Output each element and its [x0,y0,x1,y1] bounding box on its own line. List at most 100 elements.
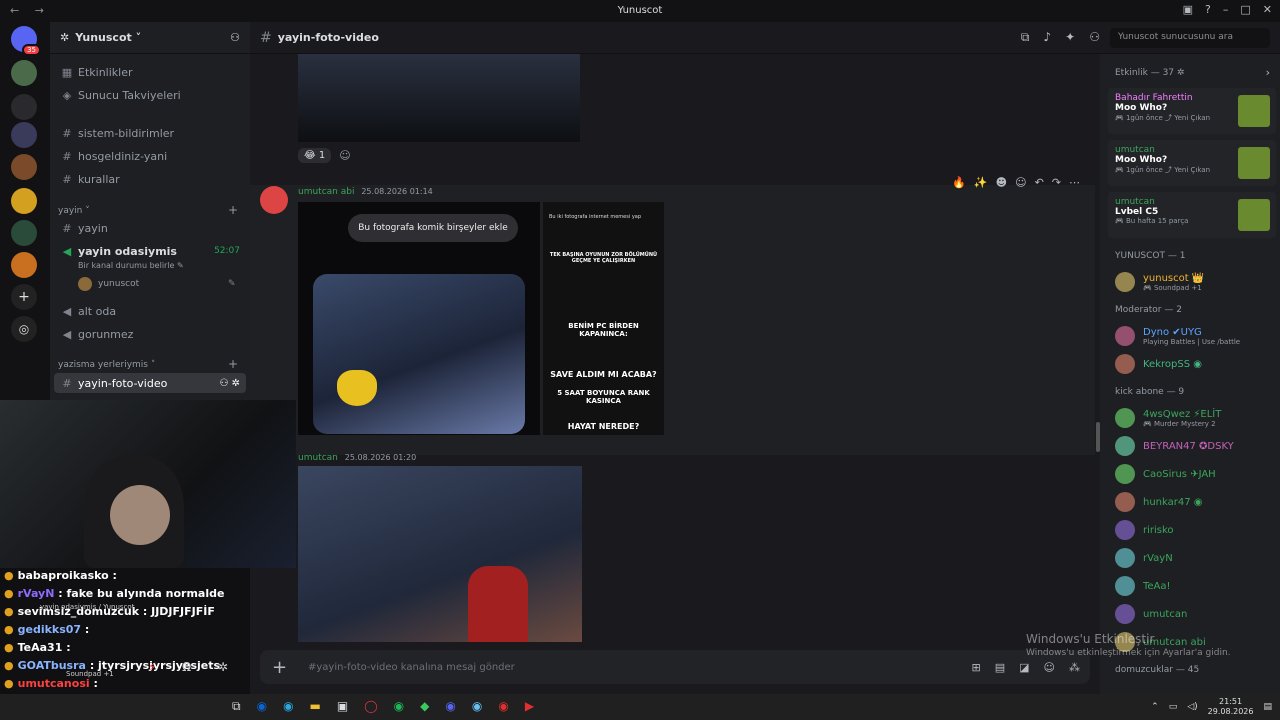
notification-icon[interactable]: ▤ [1263,702,1272,712]
reaction-emoji[interactable]: ✨ [974,176,988,189]
sidebar-item-events[interactable]: ▦ Etkinlikler [54,62,246,82]
help-icon[interactable]: ? [1205,3,1211,16]
activity-card[interactable]: umutcan Moo Who? 🎮 1gün önce ⤴ Yeni Çıkan [1108,140,1276,186]
add-reaction-icon[interactable]: ☺ [339,149,350,162]
photo [313,274,525,434]
add-channel-icon[interactable]: + [228,203,238,217]
avatar[interactable] [260,186,288,214]
maximize-button[interactable]: □ [1240,3,1250,16]
chevron-up-icon[interactable]: ⌃ [1151,702,1159,712]
channel-item[interactable]: # kurallar [54,169,246,189]
server-icon[interactable] [11,94,37,120]
chevron-right-icon[interactable]: › [1266,66,1270,79]
member-item[interactable]: ririsko [1115,517,1275,543]
activity-header: Etkinlik — 37 ✲ [1115,68,1185,78]
attached-image[interactable] [298,54,580,142]
discord-icon[interactable]: ◉ [445,699,455,714]
opera-icon[interactable]: ◯ [364,699,377,714]
meme-image-left[interactable]: Bu fotografa komik birşeyler ekle [298,202,540,435]
attached-image[interactable] [298,466,582,642]
channel-item[interactable]: # hosgeldiniz-yani [54,146,246,166]
add-channel-icon[interactable]: + [228,357,238,371]
app-icon[interactable]: ◉ [498,699,508,714]
attach-plus-icon[interactable]: + [272,657,296,678]
server-icon[interactable] [11,154,37,180]
category-yayin[interactable]: yayin ˅ [58,206,90,216]
meme-image-right[interactable]: Bu iki fotografa internet memesi yap TEK… [543,202,664,435]
channel-item[interactable]: # sistem-bildirimler [54,123,246,143]
author-name[interactable]: umutcan abi [298,187,354,197]
voice-user[interactable]: yunuscot [78,277,139,291]
add-member-icon[interactable]: ⚇ [230,31,240,44]
search-input[interactable]: Yunuscot sunucusunu ara [1110,28,1270,48]
server-icon[interactable] [11,60,37,86]
emoji-icon[interactable]: ☺ [1044,661,1055,674]
settings-icon[interactable]: ✲ [218,660,228,674]
explorer-icon[interactable]: ▬ [310,699,321,714]
member-item[interactable]: umutcan [1115,601,1275,627]
member-item[interactable]: 4wsQwez ⚡ELİT 🎮 Murder Mystery 2 [1115,405,1275,431]
mute-bell-icon[interactable]: ♪ [1044,30,1052,45]
activity-card[interactable]: Bahadır Fahrettin Moo Who? 🎮 1gün önce ⤴ Y… [1108,88,1276,134]
member-item[interactable]: rVayN [1115,545,1275,571]
pin-icon[interactable]: ✦ [1065,30,1075,45]
edge-icon[interactable]: ◉ [283,699,293,714]
member-item[interactable]: KekropSS ◉ [1115,351,1275,377]
direct-messages-icon[interactable]: 35 [11,26,41,56]
voice-channel-active[interactable]: ◀ yayin odasiymis 52:07 [54,241,246,261]
voice-channel[interactable]: ◀ gorunmez [54,324,246,344]
add-server-icon[interactable]: + [11,284,37,310]
app-icon[interactable]: ▶ [525,699,534,714]
member-item[interactable]: BEYRAN47 ✪DSKY [1115,433,1275,459]
network-icon[interactable]: ▭ [1169,702,1178,712]
member-item[interactable]: Dyno ✔UYG Playing Battles | Use /battle [1115,323,1275,349]
server-icon[interactable] [11,122,37,148]
server-icon[interactable] [11,252,37,278]
inbox-icon[interactable]: ▣ [1183,3,1193,16]
task-view-icon[interactable]: ⧉ [232,699,241,714]
author-name[interactable]: umutcan [298,453,338,463]
settings-icon[interactable]: ⚇ ✲ [219,378,240,389]
member-item[interactable]: TeAa! [1115,573,1275,599]
server-icon[interactable] [11,188,37,214]
close-button[interactable]: ✕ [1263,3,1272,16]
channel-item[interactable]: # yayin [54,218,246,238]
sticker-icon[interactable]: ◪ [1019,661,1029,674]
steam-icon[interactable]: ◉ [472,699,482,714]
headphones-icon[interactable]: Ω [182,660,191,674]
outlook-icon[interactable]: ◉ [257,699,267,714]
minimize-button[interactable]: – [1223,3,1229,16]
message-input[interactable]: #yayin-foto-video kanalına mesaj gönder [308,662,515,673]
server-icon[interactable] [11,220,37,246]
store-icon[interactable]: ▣ [337,699,348,714]
activity-card[interactable]: umutcan Lvbel C5 🎮 Bu hafta 15 parça [1108,192,1276,238]
volume-icon[interactable]: ◁) [1187,702,1197,712]
spotify-icon[interactable]: ◉ [394,699,404,714]
mic-muted-icon[interactable]: ⚡ [148,660,156,674]
add-reaction-icon[interactable]: ☺ [1015,176,1026,189]
voice-status[interactable]: Bir kanal durumu belirle ✎ [78,261,184,270]
member-item[interactable]: yunuscot 👑 🎮 Soundpad +1 [1115,269,1275,295]
sidebar-item-boosts[interactable]: ◈ Sunucu Takviyeleri [54,85,246,105]
message-composer[interactable]: + #yayin-foto-video kanalına mesaj gönde… [260,650,1090,684]
reaction-emoji[interactable]: ☻ [996,176,1007,189]
discover-icon[interactable]: ◎ [11,316,37,342]
members-icon[interactable]: ⚇ [1089,30,1100,45]
member-item[interactable]: hunkar47 ◉ [1115,489,1275,515]
reaction-fire[interactable]: 🔥 [952,176,966,189]
app-icon[interactable]: ◆ [420,699,429,714]
more-icon[interactable]: ⋯ [1069,176,1080,189]
gif-icon[interactable]: ▤ [995,661,1005,674]
threads-icon[interactable]: ⧉ [1021,30,1030,45]
clock[interactable]: 21:51 29.08.2026 [1208,697,1254,717]
apps-icon[interactable]: ⁂ [1069,661,1080,674]
channel-item-active[interactable]: # yayin-foto-video ⚇ ✲ [54,373,246,393]
member-item[interactable]: CaoSirus ✈JAH [1115,461,1275,487]
forward-icon[interactable]: ↷ [1052,176,1061,189]
reply-icon[interactable]: ↶ [1035,176,1044,189]
gift-icon[interactable]: ⊞ [972,661,981,674]
server-header[interactable]: ✲ Yunuscot ˅ ⚇ [50,22,250,54]
category-yazisma[interactable]: yazisma yerleriymis ˅ [58,360,155,370]
voice-channel[interactable]: ◀ alt oda [54,301,246,321]
reaction-laugh[interactable]: 😂 1 [298,148,332,163]
